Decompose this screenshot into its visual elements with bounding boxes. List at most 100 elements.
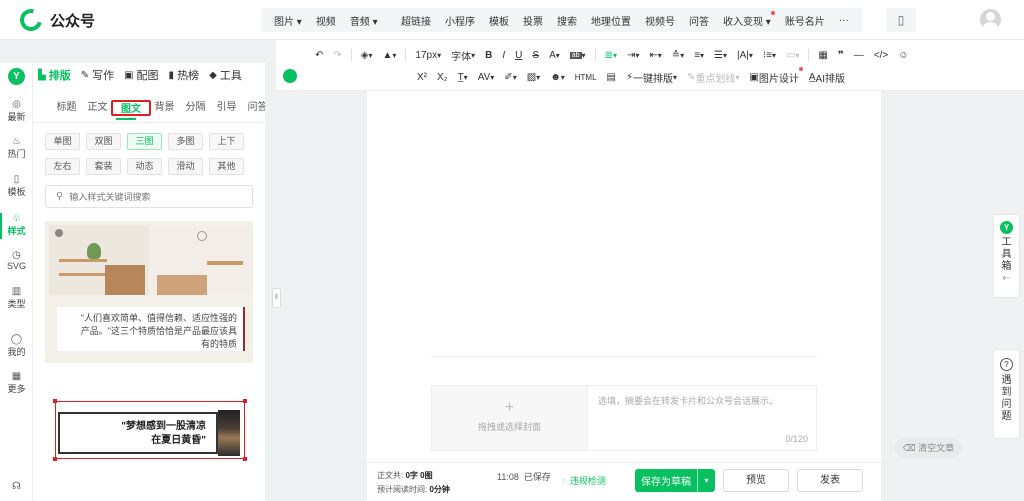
- panel-toggle[interactable]: [283, 69, 297, 83]
- tab-image[interactable]: ▣ 配图: [124, 67, 158, 83]
- resize-handle[interactable]: [53, 399, 57, 403]
- subtab-body[interactable]: 正文: [82, 100, 113, 116]
- tab-layout[interactable]: ▙ 排版: [38, 67, 71, 83]
- underline-icon[interactable]: U: [510, 50, 527, 61]
- brand-icon[interactable]: Y: [8, 68, 25, 85]
- font-family-select[interactable]: 字体 ▾: [446, 48, 480, 63]
- align-left-icon[interactable]: ≣ ▾: [600, 50, 622, 61]
- publish-button[interactable]: 发表: [797, 469, 863, 492]
- menu-image[interactable]: 图片 ▾: [267, 13, 309, 28]
- menu-vote[interactable]: 投票: [516, 13, 550, 28]
- chip-set[interactable]: 套装: [86, 158, 121, 175]
- rail-item-svg[interactable]: ◷ SVG: [0, 250, 33, 271]
- clear-article-button[interactable]: ⌫ 清空文章: [895, 438, 962, 458]
- chip-top-bottom[interactable]: 上下: [209, 133, 244, 150]
- violation-check-button[interactable]: ◌ 违规检测: [562, 474, 606, 487]
- style-card-frame[interactable]: "梦想感到一股清凉 在夏日黄昏": [45, 383, 253, 479]
- collapse-panel-handle[interactable]: ‖: [272, 288, 281, 308]
- save-draft-button[interactable]: 保存为草稿 ▾: [635, 469, 715, 492]
- chevron-down-icon[interactable]: ▾: [698, 476, 715, 485]
- tab-write[interactable]: ✎ 写作: [81, 67, 114, 83]
- help-button[interactable]: ? 遇 到 问 题: [993, 349, 1020, 439]
- chip-triple[interactable]: 三图: [127, 133, 162, 150]
- rail-item-style[interactable]: ♧ 样式: [0, 213, 33, 237]
- chip-left-right[interactable]: 左右: [45, 158, 80, 175]
- subtab-guide[interactable]: 引导: [211, 100, 242, 116]
- rail-item-more[interactable]: ▦ 更多: [0, 371, 33, 395]
- highlight-line-button[interactable]: ✎ 重点划线 ▾: [682, 70, 744, 85]
- chip-slide[interactable]: 滑动: [168, 158, 203, 175]
- ai-layout-button[interactable]: A̲ AI排版: [804, 70, 850, 85]
- menu-monetize[interactable]: 收入变现 ▾: [716, 10, 778, 28]
- list-icon[interactable]: ⁝≡ ▾: [758, 50, 781, 61]
- indent-icon[interactable]: ⇥ ▾: [622, 50, 644, 61]
- mobile-preview-icon[interactable]: ▯: [886, 8, 916, 32]
- chip-single[interactable]: 单图: [45, 133, 80, 150]
- paragraph-spacing-icon[interactable]: ≡ ▾: [689, 50, 709, 61]
- redo-icon[interactable]: ↷: [328, 50, 346, 61]
- chip-other[interactable]: 其他: [209, 158, 244, 175]
- strikethrough-icon[interactable]: S: [527, 50, 544, 61]
- menu-channels[interactable]: 视频号: [638, 13, 682, 28]
- tab-tools[interactable]: ◆ 工具: [209, 67, 242, 83]
- menu-audio[interactable]: 音频 ▾: [343, 13, 385, 28]
- background-color-icon[interactable]: ab ▾: [565, 51, 591, 60]
- avatar[interactable]: [980, 9, 1001, 30]
- cover-upload[interactable]: + 拖拽或选择封面: [431, 385, 588, 451]
- style-card-triple-image[interactable]: "人们喜欢简单、值得信赖、适应性强的产品。"这三个特质恰恰是产品最应该具有的特质: [45, 221, 253, 363]
- rail-item-mine[interactable]: ◯ 我的: [0, 334, 33, 358]
- font-color-icon[interactable]: A ▾: [544, 50, 565, 61]
- chip-animated[interactable]: 动态: [127, 158, 162, 175]
- subtab-divider[interactable]: 分隔: [180, 100, 211, 116]
- char-spacing-icon[interactable]: AV ▾: [473, 72, 500, 83]
- tab-trending[interactable]: ▮ 热榜: [169, 67, 200, 83]
- editor-area[interactable]: + 拖拽或选择封面 选填，摘要会在转发卡片和公众号会话展示。 0/120: [367, 91, 881, 501]
- subtab-background[interactable]: 背景: [149, 100, 180, 116]
- resize-handle[interactable]: [53, 457, 57, 461]
- menu-qa[interactable]: 问答: [682, 13, 716, 28]
- outdent-icon[interactable]: ⇤ ▾: [644, 50, 666, 61]
- style-search-input[interactable]: [69, 191, 240, 202]
- italic-icon[interactable]: I: [497, 50, 510, 61]
- line-height-icon[interactable]: ≙ ▾: [667, 50, 689, 61]
- quote-icon[interactable]: ❞: [833, 50, 849, 61]
- chip-multi[interactable]: 多图: [168, 133, 203, 150]
- chip-double[interactable]: 双图: [86, 133, 121, 150]
- menu-hyperlink[interactable]: 超链接: [394, 13, 438, 28]
- rail-item-category[interactable]: ▥ 类型: [0, 286, 33, 310]
- menu-miniprogram[interactable]: 小程序: [438, 13, 482, 28]
- rail-item-newest[interactable]: ◎ 最新: [0, 99, 33, 123]
- bold-icon[interactable]: B: [480, 50, 497, 61]
- one-click-layout-button[interactable]: ⚡ 一键排版 ▾: [621, 70, 682, 85]
- preview-button[interactable]: 预览: [723, 469, 789, 492]
- html-icon[interactable]: HTML: [570, 73, 602, 82]
- code-icon[interactable]: </>: [869, 50, 893, 61]
- menu-video[interactable]: 视频: [309, 13, 343, 28]
- format-painter-icon[interactable]: ◈ ▾: [356, 50, 378, 61]
- menu-more[interactable]: ···: [832, 15, 856, 26]
- table-icon[interactable]: ▦: [813, 50, 832, 61]
- subtab-image-text[interactable]: 图文: [111, 100, 151, 116]
- undo-icon[interactable]: ↶: [310, 50, 328, 61]
- resize-handle[interactable]: [243, 399, 247, 403]
- subscript-icon[interactable]: X₂: [432, 72, 453, 83]
- text-direction-icon[interactable]: T̲ ▾: [453, 72, 473, 83]
- rail-item-template[interactable]: ▯ 模板: [0, 174, 33, 198]
- menu-search[interactable]: 搜索: [550, 13, 584, 28]
- menu-location[interactable]: 地理位置: [584, 13, 638, 28]
- toolbox-button[interactable]: Y 工 具 箱 ⇠: [993, 214, 1020, 298]
- emoji-icon[interactable]: ☺: [893, 50, 913, 61]
- app-logo[interactable]: 公众号: [15, 4, 95, 36]
- menu-template[interactable]: 模板: [482, 13, 516, 28]
- headset-icon[interactable]: ☊: [0, 481, 33, 492]
- subtab-title[interactable]: 标题: [51, 100, 82, 116]
- rail-item-hot[interactable]: ♨ 热门: [0, 136, 33, 160]
- divider-icon[interactable]: —: [849, 50, 869, 61]
- sticker-icon[interactable]: ☻ ▾: [545, 72, 570, 83]
- brush-icon[interactable]: ✐ ▾: [499, 72, 521, 83]
- letter-spacing-icon[interactable]: |A| ▾: [732, 50, 758, 61]
- image-design-button[interactable]: ▣ 图片设计: [744, 66, 803, 85]
- resize-handle[interactable]: [243, 457, 247, 461]
- font-size-select[interactable]: 17px ▾: [410, 50, 446, 61]
- table-format-icon[interactable]: ▭ ▾: [781, 50, 804, 61]
